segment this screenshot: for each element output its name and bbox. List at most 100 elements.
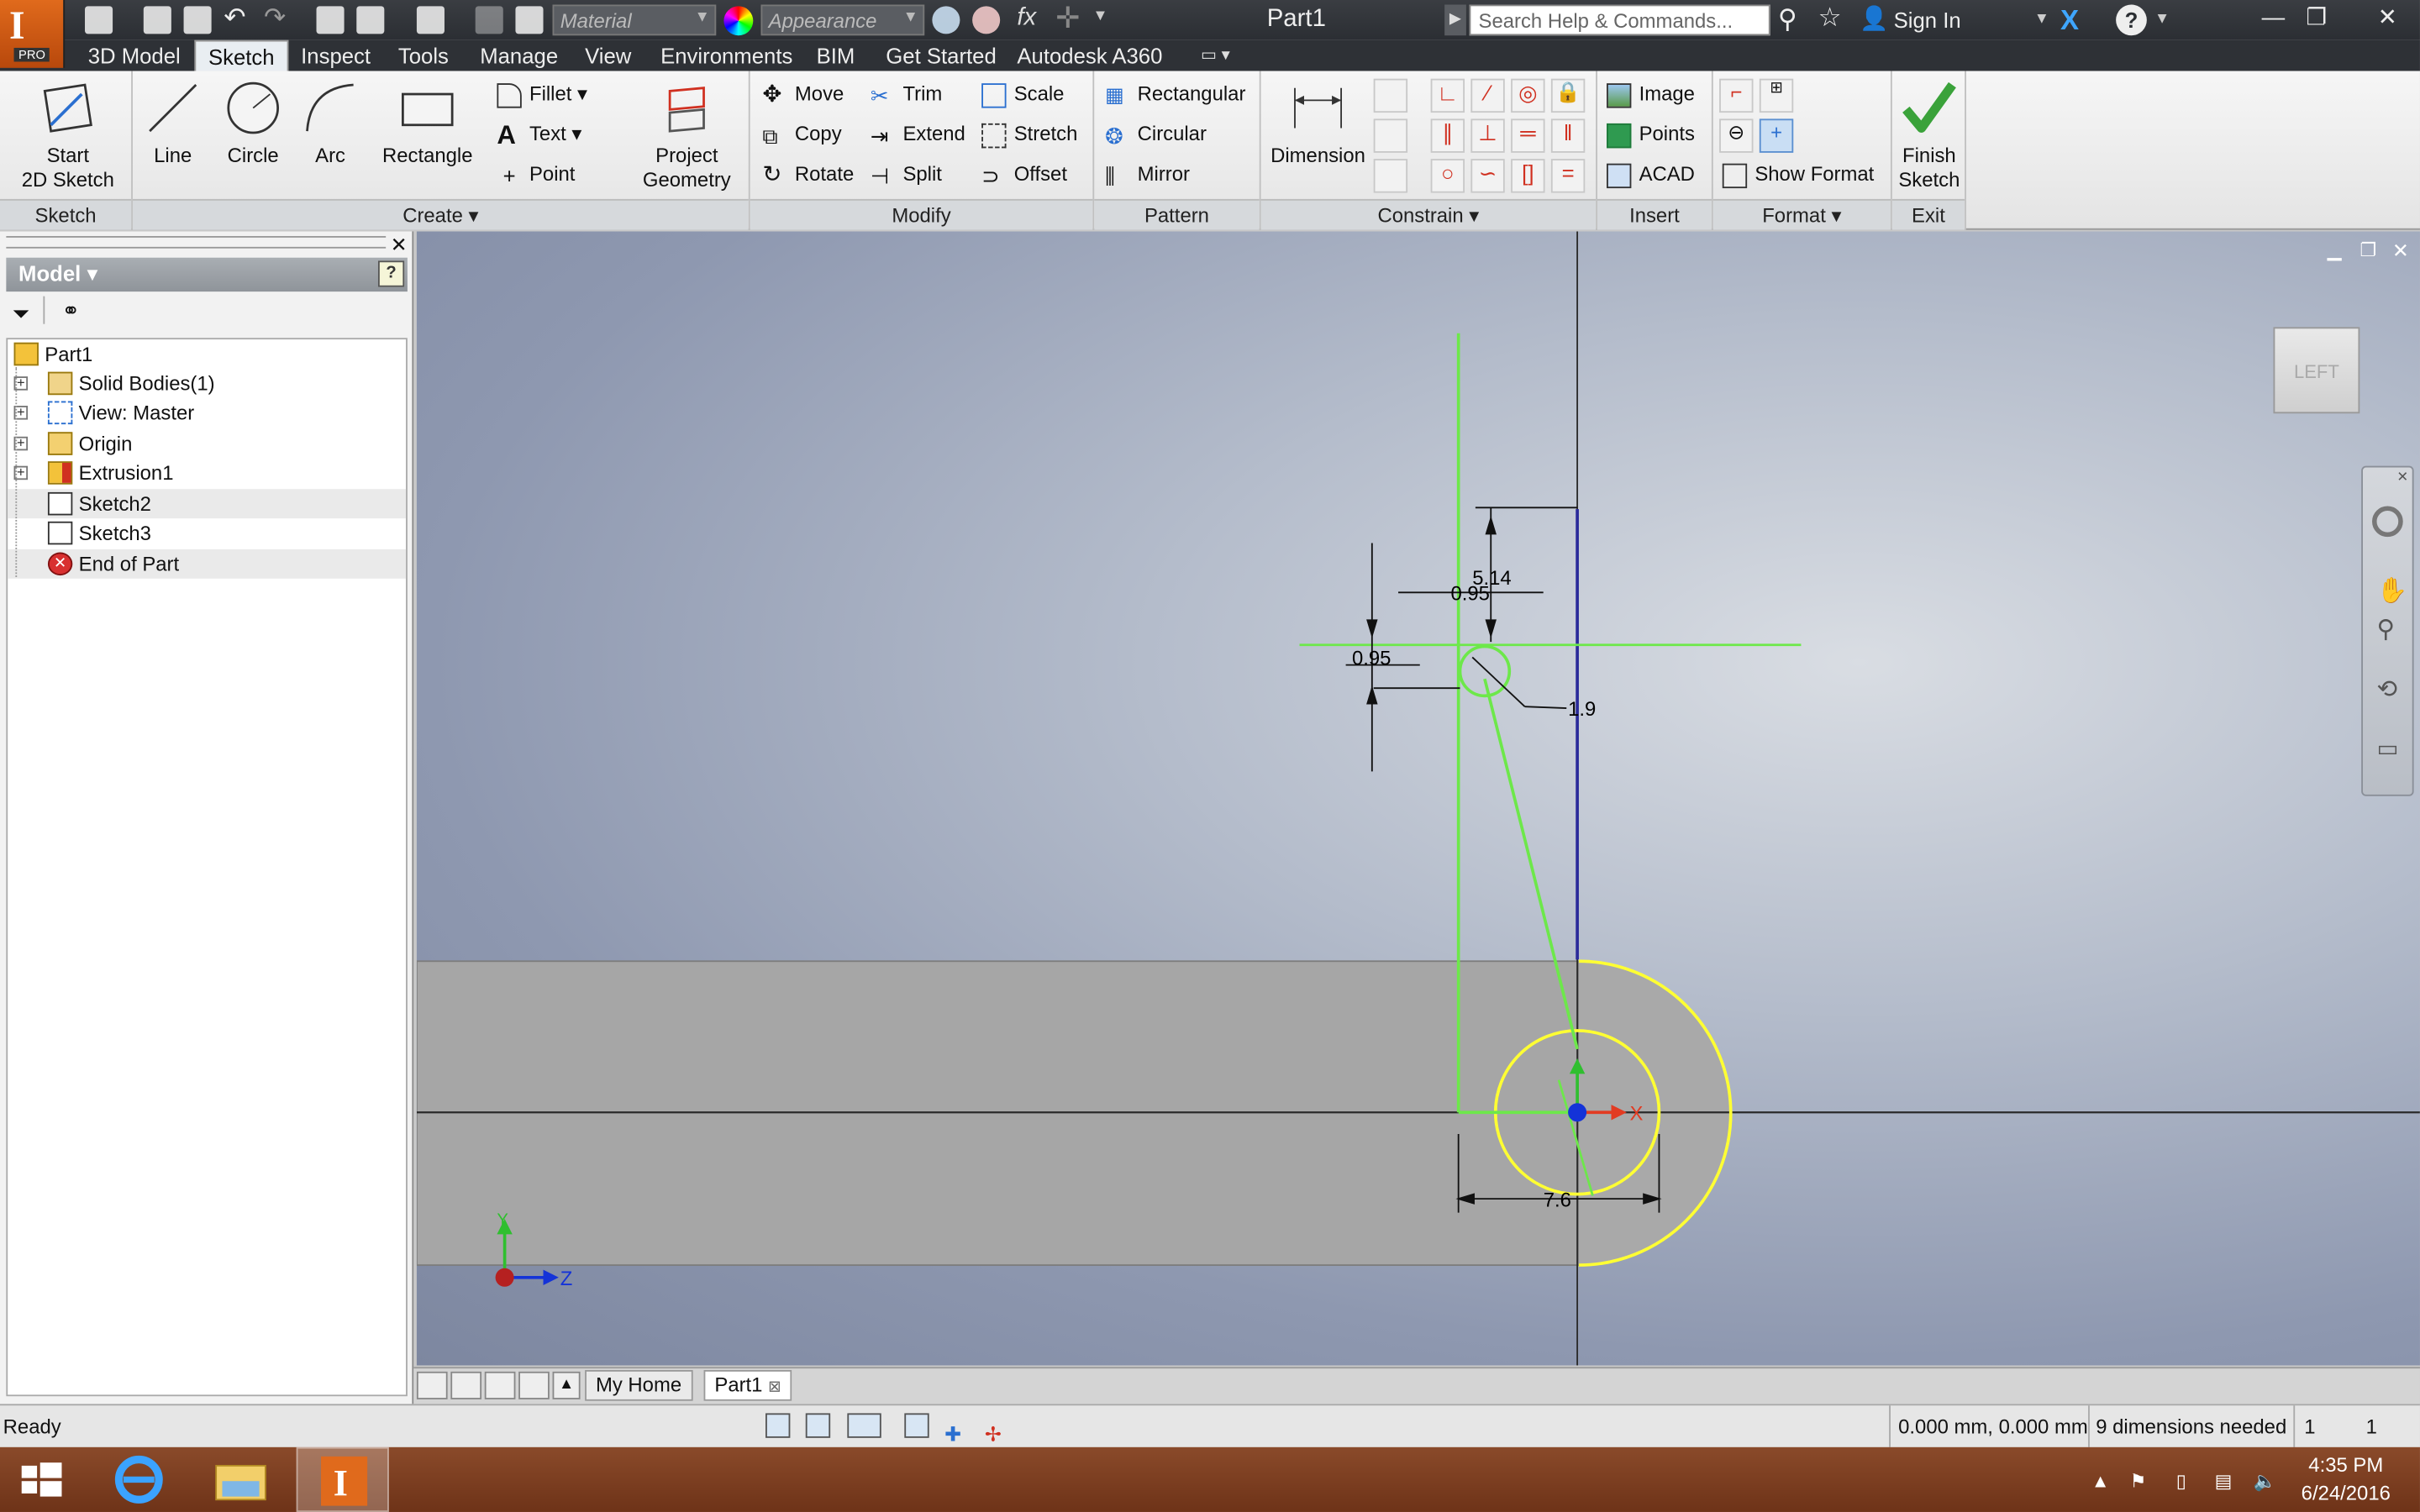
- text-button[interactable]: A Text ▾: [497, 120, 581, 148]
- filter-icon[interactable]: ⏷: [13, 301, 30, 327]
- viewcube[interactable]: LEFT: [2273, 327, 2360, 414]
- insert-image-button[interactable]: Image: [1607, 81, 1695, 108]
- look-at-icon[interactable]: ▭: [2377, 734, 2399, 762]
- arc-button[interactable]: Arc: [299, 79, 360, 169]
- trim-button[interactable]: ✂ Trim: [871, 81, 942, 108]
- move-button[interactable]: ✥ Move: [762, 81, 844, 108]
- tile-horizontal-icon[interactable]: [484, 1371, 516, 1399]
- construction-icon[interactable]: ⌐: [1719, 78, 1754, 113]
- tab-sketch[interactable]: Sketch: [194, 39, 289, 71]
- point-button[interactable]: + Point: [497, 160, 576, 188]
- windows-start-icon[interactable]: [0, 1447, 92, 1512]
- tab-view[interactable]: View: [572, 40, 644, 71]
- app-menu-button[interactable]: I PRO: [0, 0, 66, 68]
- tab-inspect[interactable]: Inspect: [288, 40, 382, 71]
- tab-bim[interactable]: BIM: [804, 40, 867, 71]
- copy-button[interactable]: ⧉ Copy: [762, 120, 841, 148]
- adjust-icon[interactable]: [515, 6, 544, 34]
- action-center-icon[interactable]: ⚑: [2130, 1470, 2152, 1492]
- center-point-icon[interactable]: +: [1759, 118, 1794, 153]
- chevron-down-icon[interactable]: ▼: [2034, 11, 2049, 28]
- steering-wheel-icon[interactable]: [2372, 506, 2403, 538]
- grid-icon[interactable]: [805, 1413, 831, 1438]
- rectangular-pattern-button[interactable]: ▦ Rectangular: [1105, 81, 1245, 108]
- tree-node-sketch3[interactable]: Sketch3: [8, 518, 406, 548]
- tree-node-extrusion1[interactable]: + Extrusion1: [8, 458, 406, 487]
- viewport-restore-icon[interactable]: ❐: [2360, 239, 2376, 261]
- update-icon[interactable]: [475, 6, 503, 34]
- tile-cascade-icon[interactable]: [416, 1371, 448, 1399]
- driven-dimension-icon[interactable]: ⊞: [1759, 78, 1794, 113]
- horizontal-constraint-icon[interactable]: ═: [1511, 118, 1545, 153]
- pan-hand-icon[interactable]: ✋: [2377, 575, 2408, 606]
- concentric-constraint-icon[interactable]: ◎: [1511, 78, 1545, 113]
- graphics-viewport[interactable]: 5.14 0.95 0.95 1.9 7.6 X Y Z: [416, 231, 2420, 1366]
- line-button[interactable]: Line: [142, 79, 203, 169]
- home-icon[interactable]: [316, 6, 345, 34]
- split-button[interactable]: ⊣ Split: [871, 160, 942, 188]
- tab-environments[interactable]: Environments: [648, 40, 805, 71]
- browser-help-icon[interactable]: ?: [377, 260, 405, 287]
- inference-icon[interactable]: [847, 1413, 881, 1438]
- close-button[interactable]: ✕: [2358, 0, 2417, 37]
- minimize-button[interactable]: —: [2250, 0, 2296, 37]
- browser-close-icon[interactable]: ✕: [391, 233, 408, 257]
- tab-get-started[interactable]: Get Started: [874, 40, 1009, 71]
- tile-vertical-icon[interactable]: [518, 1371, 550, 1399]
- constrain-panel-title[interactable]: Constrain ▾: [1260, 198, 1597, 230]
- start-2d-sketch-button[interactable]: Start 2D Sketch: [13, 79, 124, 193]
- restore-button[interactable]: ❐: [2293, 0, 2339, 37]
- viewport-close-icon[interactable]: ✕: [2392, 239, 2409, 264]
- equal-constraint-icon[interactable]: =: [1550, 159, 1586, 193]
- stretch-button[interactable]: Stretch: [981, 120, 1077, 148]
- tree-node-sketch2[interactable]: Sketch2: [8, 489, 407, 519]
- rotate-button[interactable]: ↻ Rotate: [762, 160, 854, 188]
- save-icon[interactable]: [183, 6, 212, 34]
- clear-appearance-icon[interactable]: [932, 6, 960, 34]
- measure-icon[interactable]: ✛: [1055, 2, 1080, 37]
- material-select[interactable]: Material ▼: [552, 4, 717, 36]
- navbar-close-icon[interactable]: ✕: [2396, 469, 2408, 486]
- circular-pattern-button[interactable]: ❂ Circular: [1105, 120, 1207, 148]
- tab-tools[interactable]: Tools: [386, 40, 460, 71]
- customize-qat-icon[interactable]: ▼: [1092, 8, 1107, 24]
- tab-manage[interactable]: Manage: [468, 40, 571, 71]
- browser-grip[interactable]: [6, 236, 387, 249]
- tab-list-icon[interactable]: ▲: [552, 1371, 581, 1399]
- format-panel-title[interactable]: Format ▾: [1712, 198, 1891, 230]
- vertical-constraint-icon[interactable]: ‖: [1550, 118, 1586, 153]
- symmetric-constraint-icon[interactable]: []: [1511, 159, 1545, 193]
- battery-icon[interactable]: ▯: [2176, 1470, 2198, 1492]
- system-clock[interactable]: 4:35 PM 6/24/2016: [2284, 1452, 2407, 1507]
- tangent-constraint-icon[interactable]: ○: [1430, 159, 1465, 193]
- ribbon-options-icon[interactable]: ▭ ▾: [1201, 45, 1244, 66]
- circle-button[interactable]: Circle: [219, 79, 287, 169]
- fillet-button[interactable]: Fillet ▾: [497, 81, 587, 108]
- return-icon[interactable]: [356, 6, 385, 34]
- smooth-constraint-icon[interactable]: ∽: [1470, 159, 1505, 193]
- file-explorer-icon[interactable]: [194, 1447, 287, 1512]
- appearance-color-icon[interactable]: [723, 6, 754, 36]
- scale-button[interactable]: Scale: [981, 81, 1064, 108]
- network-icon[interactable]: ▤: [2215, 1470, 2237, 1492]
- open-file-icon[interactable]: [143, 6, 171, 34]
- help-icon[interactable]: ?: [2116, 4, 2147, 36]
- show-constraints-icon[interactable]: [1373, 118, 1408, 153]
- tab-part1[interactable]: Part1 ⊠: [703, 1369, 792, 1401]
- fx-parameters-icon[interactable]: fx: [1017, 5, 1036, 33]
- tree-node-part1[interactable]: Part1: [8, 339, 406, 369]
- project-geometry-button[interactable]: Project Geometry: [629, 79, 744, 193]
- internet-explorer-icon[interactable]: [92, 1447, 185, 1512]
- tab-close-icon[interactable]: ⊠: [768, 1379, 781, 1396]
- search-binoculars-icon[interactable]: ⚲: [1778, 5, 1797, 36]
- undo-icon[interactable]: ↶: [224, 3, 245, 34]
- offset-button[interactable]: ⊃ Offset: [981, 160, 1067, 188]
- perpendicular-constraint-icon[interactable]: ⊥: [1470, 118, 1505, 153]
- tab-my-home[interactable]: My Home: [585, 1369, 692, 1401]
- insert-points-button[interactable]: Points: [1607, 120, 1695, 148]
- snap-icon[interactable]: [765, 1413, 791, 1438]
- inventor-taskbar-icon[interactable]: I: [296, 1446, 389, 1512]
- dimension-button[interactable]: Dimension: [1265, 79, 1370, 169]
- new-file-icon[interactable]: [85, 6, 113, 34]
- select-icon[interactable]: [416, 6, 445, 34]
